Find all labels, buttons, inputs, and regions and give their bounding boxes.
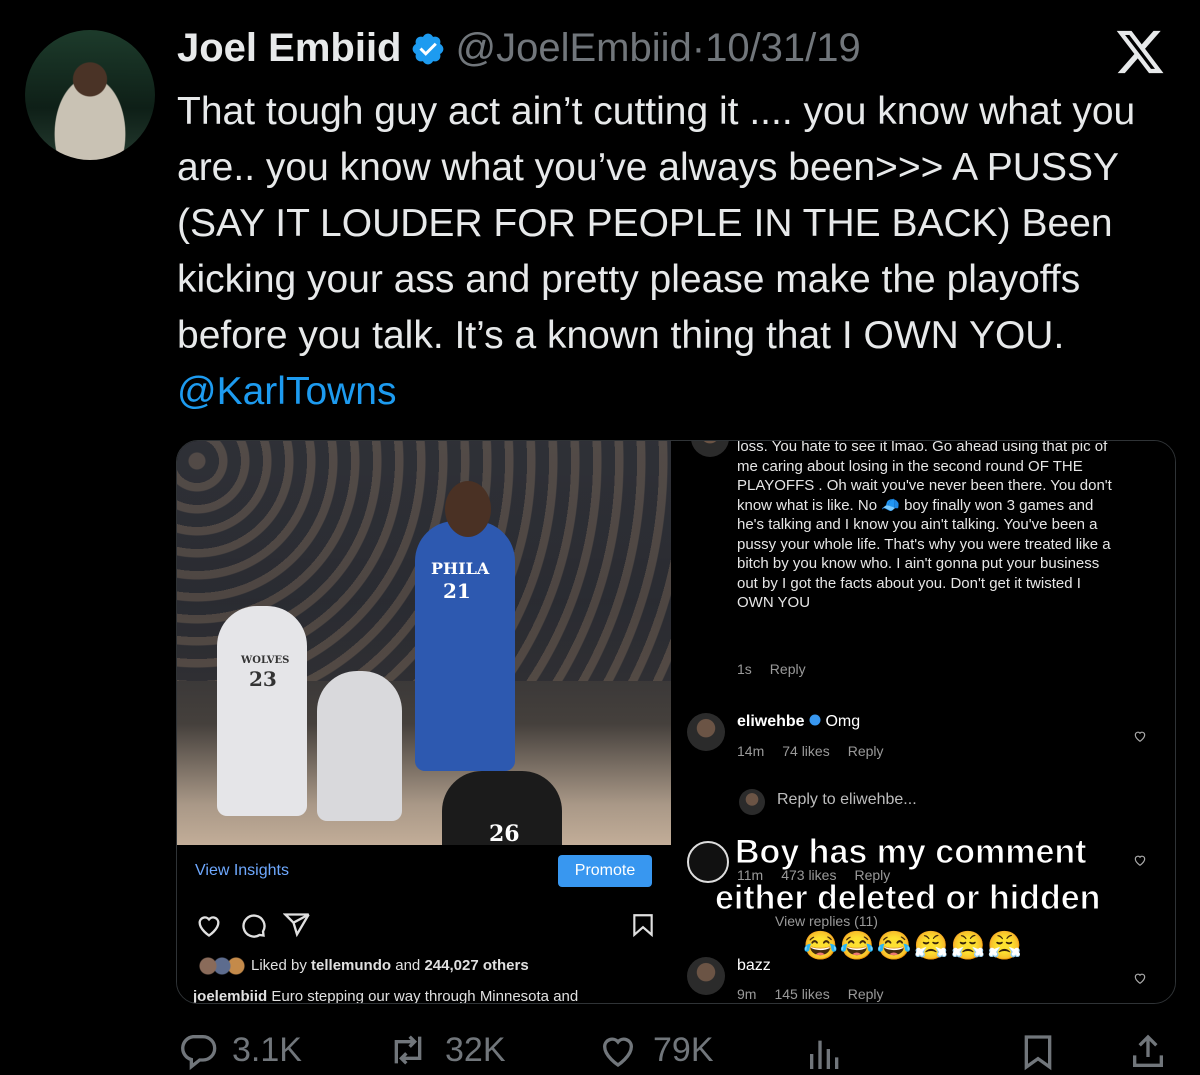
liked-suffix: and bbox=[391, 957, 425, 974]
commenter-avatar bbox=[691, 441, 729, 457]
liked-by-line: Liked by tellemundo and 244,027 others bbox=[199, 957, 529, 976]
comment-like-icon-2[interactable] bbox=[1133, 853, 1147, 867]
eliwehbe-comment: eliwehbe Omg bbox=[737, 713, 860, 731]
c1-likes: 74 likes bbox=[782, 743, 830, 759]
jersey-phila: PHILA bbox=[431, 559, 490, 578]
author-handle[interactable]: @JoelEmbiid bbox=[456, 26, 692, 71]
jersey-wolves: WOLVES bbox=[241, 655, 290, 666]
like-icon bbox=[602, 1037, 634, 1067]
jersey-number-21: 21 bbox=[443, 579, 471, 603]
caption-text: Euro stepping our way through Minnesota … bbox=[267, 988, 579, 1004]
c1-reply[interactable]: Reply bbox=[848, 743, 884, 759]
comment-text: loss. You hate to see it lmao. Go ahead … bbox=[737, 440, 1112, 611]
reply-count: 3.1K bbox=[232, 1030, 302, 1069]
tweet-header: Joel Embiid @JoelEmbiid · 10/31/19 bbox=[177, 26, 861, 71]
liked-prefix: Liked by bbox=[251, 957, 312, 974]
ig-bookmark-icon[interactable] bbox=[630, 911, 656, 939]
tweet-media[interactable]: PHILA 21 WOLVES 23 26 View Insights Prom… bbox=[176, 440, 1176, 1004]
basketball-photo: PHILA 21 WOLVES 23 26 bbox=[177, 441, 671, 845]
instagram-comments-screenshot: loss. You hate to see it lmao. Go ahead … bbox=[671, 441, 1175, 1003]
c1-time: 14m bbox=[737, 743, 765, 759]
liked-user[interactable]: tellemundo bbox=[311, 957, 391, 974]
mention-link[interactable]: @KarlTowns bbox=[177, 370, 397, 413]
comment-reply[interactable]: Reply bbox=[770, 661, 806, 677]
c3-time: 9m bbox=[737, 986, 757, 1002]
eliwehbe-meta: 14m 74 likes Reply bbox=[737, 743, 902, 759]
wolves-player-23 bbox=[217, 606, 307, 816]
repost-count: 32K bbox=[445, 1030, 506, 1069]
header-separator: · bbox=[691, 26, 706, 70]
verified-badge-icon bbox=[412, 33, 443, 64]
like-count: 79K bbox=[653, 1030, 714, 1069]
promote-button[interactable]: Promote bbox=[558, 855, 652, 887]
eliwehbe-username[interactable]: eliwehbe bbox=[737, 713, 805, 730]
reply-button[interactable]: 3.1K bbox=[178, 1030, 302, 1070]
bazz-meta: 9m 145 likes Reply bbox=[737, 986, 902, 1002]
liker-avatars bbox=[199, 957, 245, 976]
referee-number: 26 bbox=[489, 821, 520, 845]
tweet-body: That tough guy act ain’t cutting it ....… bbox=[177, 90, 1147, 357]
comment-like-icon[interactable] bbox=[1133, 729, 1147, 743]
tweet-date[interactable]: 10/31/19 bbox=[705, 26, 861, 71]
author-name[interactable]: Joel Embiid bbox=[177, 26, 402, 71]
liked-others[interactable]: 244,027 others bbox=[424, 957, 528, 974]
views-icon[interactable] bbox=[805, 1034, 845, 1074]
x-logo-icon bbox=[1116, 30, 1164, 74]
comment-like-icon-3[interactable] bbox=[1133, 971, 1147, 985]
reply-to-input[interactable]: Reply to eliwehbe... bbox=[777, 791, 917, 809]
author-avatar[interactable] bbox=[25, 30, 155, 160]
verified-small-icon bbox=[809, 714, 821, 726]
overlay-text-line2: either deleted or hidden bbox=[714, 879, 1101, 918]
eliwehbe-text: Omg bbox=[825, 713, 861, 730]
c3-reply[interactable]: Reply bbox=[848, 986, 884, 1002]
ig-heart-icon[interactable] bbox=[195, 911, 223, 939]
ig-share-icon[interactable] bbox=[283, 911, 311, 939]
view-insights-link[interactable]: View Insights bbox=[195, 862, 289, 880]
like-button[interactable]: 79K bbox=[597, 1030, 714, 1070]
ig-comment-icon[interactable] bbox=[239, 911, 267, 939]
jersey-number-23: 23 bbox=[249, 667, 277, 691]
bazz-username[interactable]: bazz bbox=[737, 957, 771, 975]
hidden-commenter-avatar bbox=[687, 841, 729, 883]
c3-likes: 145 likes bbox=[774, 986, 830, 1002]
tweet-action-bar: 3.1K 32K 79K bbox=[0, 1028, 1200, 1075]
repost-icon bbox=[394, 1035, 422, 1065]
comment-meta: 1s Reply bbox=[737, 661, 824, 677]
wolves-player-center bbox=[317, 671, 402, 821]
bookmark-icon[interactable] bbox=[1018, 1032, 1058, 1072]
emoji-reactions: 😂😂😂😤😤😤 bbox=[803, 930, 1025, 961]
reply-avatar bbox=[739, 789, 765, 815]
bazz-avatar[interactable] bbox=[687, 957, 725, 995]
reply-icon bbox=[181, 1035, 217, 1070]
instagram-post-screenshot: PHILA 21 WOLVES 23 26 View Insights Prom… bbox=[177, 441, 671, 1003]
view-replies-link[interactable]: View replies (11) bbox=[775, 913, 878, 929]
eliwehbe-avatar[interactable] bbox=[687, 713, 725, 751]
post-caption: joelembiid Euro stepping our way through… bbox=[193, 988, 579, 1004]
share-icon[interactable] bbox=[1128, 1032, 1168, 1072]
player-head bbox=[445, 481, 491, 537]
ig-action-row bbox=[195, 911, 311, 939]
caption-user[interactable]: joelembiid bbox=[193, 988, 267, 1003]
tweet-text: That tough guy act ain’t cutting it ....… bbox=[177, 84, 1187, 420]
repost-button[interactable]: 32K bbox=[385, 1030, 506, 1070]
comment-time: 1s bbox=[737, 661, 752, 677]
